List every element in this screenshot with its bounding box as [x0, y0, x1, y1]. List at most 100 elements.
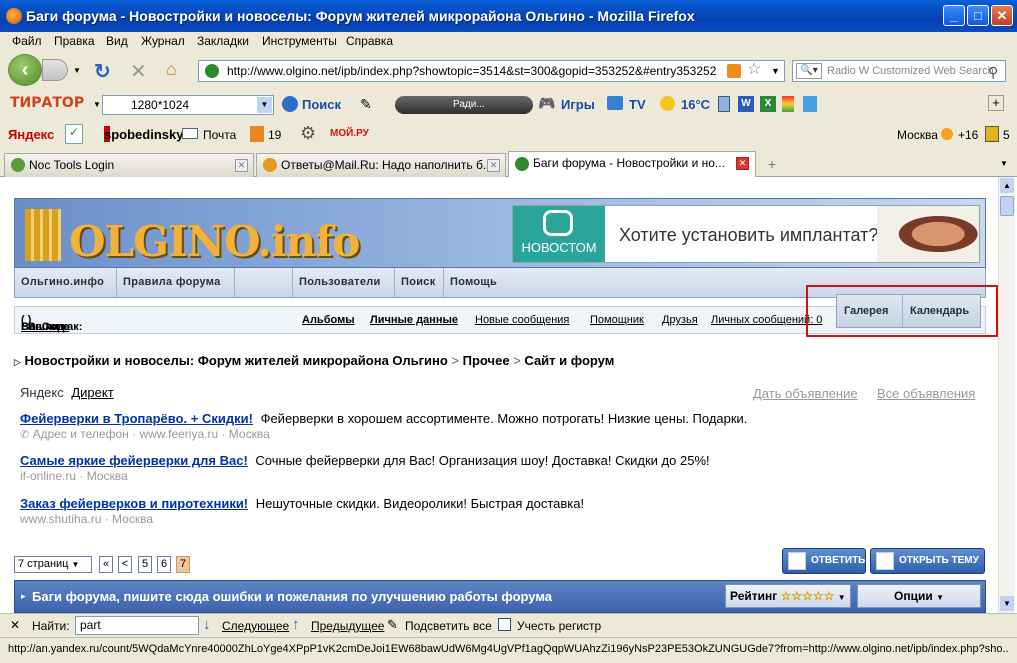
post-ad-link[interactable]: Дать объявление — [753, 386, 858, 401]
tirator-dropdown-icon[interactable]: ▼ — [93, 100, 101, 109]
add-toolbar-button[interactable]: + — [988, 95, 1004, 111]
find-next-button[interactable]: Следующее — [222, 619, 289, 633]
games-button[interactable]: Игры — [561, 97, 595, 112]
tab-noc-tools[interactable]: Noc Tools Login ✕ — [4, 153, 254, 177]
moy-ru-logo[interactable]: МОЙ.РУ — [330, 128, 369, 139]
albums-link[interactable]: Альбомы — [302, 314, 355, 326]
friends-link[interactable]: Друзья — [662, 314, 698, 326]
search-button[interactable]: Поиск — [302, 97, 341, 112]
ad-source-text[interactable]: www.shutiha.ru · Москва — [20, 512, 153, 526]
search-engine-icon[interactable]: 🔍▾ — [796, 63, 822, 79]
menu-view[interactable]: Вид — [106, 34, 128, 48]
nav-users[interactable]: Пользователи — [293, 268, 395, 297]
reply-button[interactable]: ОТВЕТИТЬ — [782, 548, 866, 574]
weather-value[interactable]: +16 — [958, 128, 978, 142]
forward-dropdown-icon[interactable]: ▼ — [73, 66, 81, 75]
tirator-logo[interactable]: ТИРАТОР — [10, 95, 84, 111]
new-posts-link[interactable]: Новые сообщения — [475, 314, 569, 326]
direct-link[interactable]: Директ — [71, 385, 113, 400]
mail-button[interactable]: Почта — [203, 128, 236, 142]
new-topic-button[interactable]: ОТКРЫТЬ ТЕМУ — [870, 548, 985, 574]
ad-source-text[interactable]: Адрес и телефон · www.feeriya.ru · Москв… — [33, 427, 270, 441]
maximize-button[interactable]: □ — [967, 5, 989, 26]
menu-history[interactable]: Журнал — [141, 34, 185, 48]
search-arrow-icon[interactable] — [282, 96, 298, 112]
find-close-icon[interactable]: ✕ — [10, 618, 20, 632]
find-prev-icon[interactable]: ↑ — [292, 616, 300, 633]
breadcrumb-sub[interactable]: Прочее — [463, 353, 510, 368]
nav-search[interactable]: Поиск — [395, 268, 444, 297]
breadcrumb-forum[interactable]: Новостройки и новоселы: Форум жителей ми… — [25, 353, 448, 368]
traffic-value[interactable]: 5 — [1003, 128, 1010, 142]
highlight-pen-icon[interactable]: ✎ — [387, 617, 398, 633]
ad-banner[interactable]: НОВОСТОМ Хотите установить имплантат? — [512, 205, 980, 263]
search-go-icon[interactable]: ⚲ — [988, 62, 998, 81]
menu-tools[interactable]: Инструменты — [262, 34, 337, 48]
highlight-icon[interactable]: ✎ — [360, 96, 372, 113]
yandex-logo[interactable]: Яндекс — [8, 127, 54, 142]
tab-forum-bugs[interactable]: Баги форума - Новостройки и но... ✕ — [508, 151, 756, 177]
url-dropdown-icon[interactable]: ▼ — [771, 61, 780, 81]
bookmark-star-icon[interactable]: ☆ — [747, 61, 761, 80]
spellcheck-icon[interactable]: ✓ — [65, 124, 83, 144]
page-prev[interactable]: < — [118, 556, 132, 573]
reload-icon[interactable]: ↻ — [94, 59, 111, 84]
mail-icon[interactable] — [182, 128, 198, 139]
scroll-thumb[interactable] — [1000, 196, 1014, 216]
menu-help[interactable]: Справка — [346, 34, 393, 48]
scroll-up-icon[interactable]: ▲ — [1000, 178, 1014, 193]
nav-help[interactable]: Помощь — [444, 268, 504, 297]
notepad-icon[interactable] — [718, 96, 730, 112]
yandex-user[interactable]: spobedinsky — [104, 127, 183, 142]
tab-list-dropdown-icon[interactable]: ▼ — [1000, 159, 1008, 168]
settings-gear-icon[interactable]: ⚙ — [300, 123, 316, 144]
search-bar[interactable]: 🔍▾ Radio W Customized Web Search ⚲ — [792, 60, 1006, 82]
ad-title-link[interactable]: Фейерверки в Тропарёво. + Скидки! — [20, 411, 253, 426]
find-input[interactable]: part — [75, 616, 199, 635]
assistant-link[interactable]: Помощник — [590, 314, 644, 326]
menu-file[interactable]: Файл — [12, 34, 42, 48]
tab-close-icon[interactable]: ✕ — [487, 159, 500, 172]
minimize-button[interactable]: _ — [943, 5, 965, 26]
pages-dropdown[interactable]: 7 страниц ▼ — [14, 556, 92, 573]
ad-title-link[interactable]: Заказ фейерверков и пиротехники! — [20, 496, 248, 511]
options-dropdown[interactable]: Опции ▼ — [857, 584, 981, 608]
forward-button[interactable] — [42, 59, 68, 81]
tab-close-icon[interactable]: ✕ — [736, 157, 749, 170]
find-next-icon[interactable]: ↓ — [203, 616, 211, 633]
yandex-label[interactable]: Яндекс — [20, 385, 64, 400]
home-icon[interactable]: ⌂ — [166, 59, 177, 80]
address-bar[interactable]: http://www.olgino.net/ipb/index.php?show… — [198, 60, 785, 82]
all-ads-link[interactable]: Все объявления — [877, 386, 975, 401]
counter-value[interactable]: 19 — [268, 128, 281, 142]
nav-rules[interactable]: Правила форума — [117, 268, 235, 297]
tab-close-icon[interactable]: ✕ — [235, 159, 248, 172]
nav-olgino[interactable]: Ольгино.инфо — [15, 268, 117, 297]
page-6[interactable]: 6 — [157, 556, 171, 573]
temperature[interactable]: 16°C — [681, 97, 710, 112]
games-icon[interactable]: 🎮 — [538, 95, 555, 112]
site-logo[interactable]: OLGINO.info — [69, 217, 360, 266]
page-5[interactable]: 5 — [138, 556, 152, 573]
messenger-icon[interactable] — [803, 96, 817, 112]
tab-mail-answers[interactable]: Ответы@Mail.Ru: Надо наполнить б... ✕ — [256, 153, 506, 177]
back-button[interactable]: ‹ — [8, 54, 42, 86]
paint-icon[interactable] — [782, 96, 794, 112]
profile-link[interactable]: Личные данные — [370, 314, 458, 326]
logout-link[interactable]: Выход — [28, 321, 65, 333]
new-tab-button[interactable]: + — [760, 156, 784, 174]
breadcrumb-topic[interactable]: Сайт и форум — [524, 353, 614, 368]
chevron-down-icon[interactable]: ▼ — [257, 97, 272, 113]
scroll-down-icon[interactable]: ▼ — [1000, 596, 1014, 611]
highlight-all-button[interactable]: Подсветить все — [405, 619, 492, 633]
close-button[interactable]: ✕ — [991, 5, 1013, 26]
radio-player[interactable]: Ради... — [395, 96, 533, 114]
tv-button[interactable]: TV — [629, 97, 646, 112]
resolution-select[interactable]: 1280*1024 ▼ — [102, 95, 274, 115]
excel-icon[interactable]: X — [760, 96, 776, 112]
menu-bookmarks[interactable]: Закладки — [197, 34, 249, 48]
rating-dropdown[interactable]: Рейтинг ☆☆☆☆☆ ▼ — [725, 584, 851, 608]
rss-icon[interactable] — [727, 64, 741, 78]
tv-icon[interactable] — [607, 96, 623, 110]
stop-icon[interactable]: ✕ — [130, 59, 147, 84]
